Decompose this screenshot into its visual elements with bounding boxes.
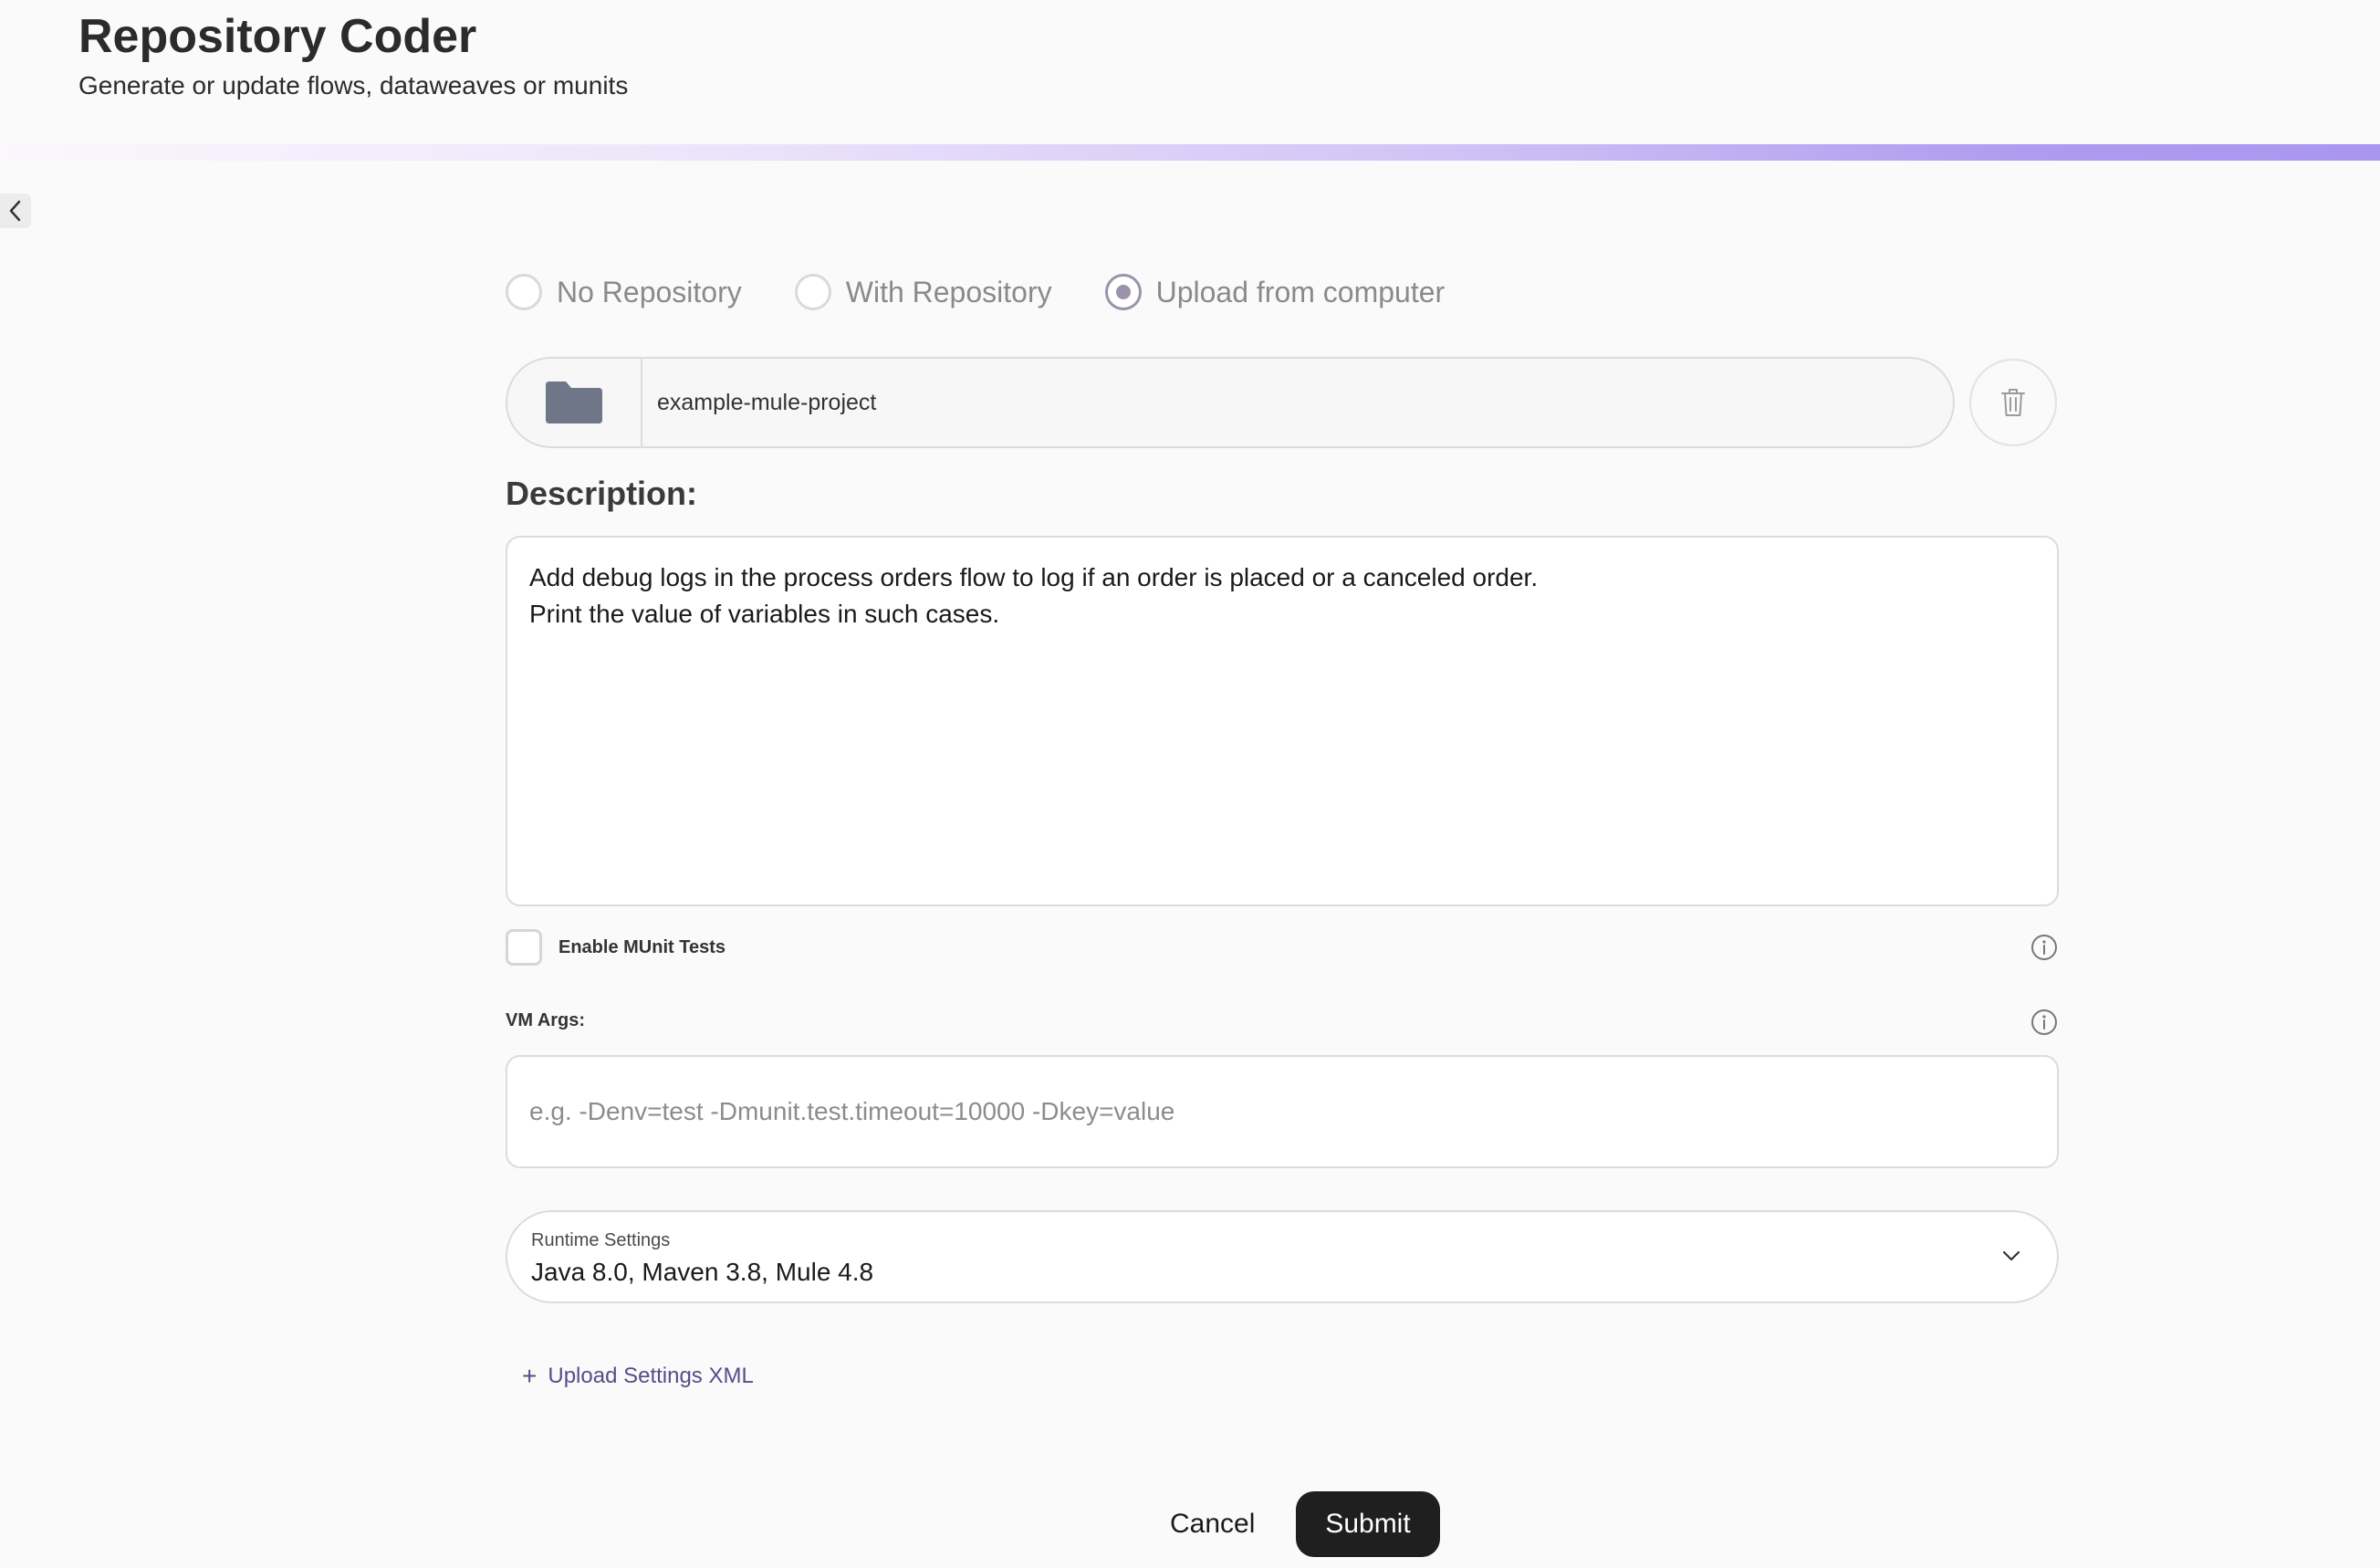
trash-icon xyxy=(2001,389,2025,416)
vm-args-label: VM Args: xyxy=(506,1010,586,1030)
file-name: example-mule-project xyxy=(657,390,877,415)
browse-folder-button[interactable] xyxy=(507,359,642,446)
runtime-settings-label: Runtime Settings xyxy=(531,1230,671,1250)
description-line: Add debug logs in the process orders flo… xyxy=(529,563,1539,591)
radio-with-repository[interactable]: With Repository xyxy=(794,274,1052,310)
page-header: Repository Coder Generate or update flow… xyxy=(0,0,2380,146)
submit-button[interactable]: Submit xyxy=(1296,1491,1440,1557)
description-textarea[interactable]: Add debug logs in the process orders flo… xyxy=(506,536,2059,906)
page-title: Repository Coder xyxy=(78,10,477,63)
radio-label: Upload from computer xyxy=(1155,275,1446,308)
cancel-button[interactable]: Cancel xyxy=(1148,1491,1277,1557)
radio-upload-from-computer[interactable]: Upload from computer xyxy=(1104,274,1446,310)
upload-settings-xml-label: Upload Settings XML xyxy=(548,1364,754,1388)
file-field[interactable]: example-mule-project xyxy=(506,357,1955,448)
munit-checkbox[interactable] xyxy=(506,929,542,966)
description-line: Print the value of variables in such cas… xyxy=(529,600,1000,628)
radio-circle[interactable] xyxy=(506,274,542,310)
page-subtitle: Generate or update flows, dataweaves or … xyxy=(78,71,629,99)
info-icon[interactable] xyxy=(2030,933,2059,962)
radio-label: With Repository xyxy=(845,275,1052,308)
runtime-settings-select[interactable]: Runtime Settings Java 8.0, Maven 3.8, Mu… xyxy=(506,1210,2059,1303)
plus-icon: + xyxy=(522,1362,538,1390)
progress-bar xyxy=(0,144,2380,161)
chevron-left-icon xyxy=(9,200,21,222)
radio-no-repository[interactable]: No Repository xyxy=(506,274,742,310)
radio-circle-selected[interactable] xyxy=(1104,274,1142,310)
folder-icon xyxy=(546,382,602,423)
file-upload-row: example-mule-project xyxy=(506,357,2059,448)
back-button[interactable] xyxy=(0,193,31,228)
delete-file-button[interactable] xyxy=(1969,359,2057,446)
munit-toggle[interactable]: Enable MUnit Tests xyxy=(506,929,725,966)
description-label: Description: xyxy=(506,475,698,512)
radio-circle[interactable] xyxy=(794,274,831,310)
info-icon[interactable] xyxy=(2030,1008,2059,1037)
runtime-settings-value: Java 8.0, Maven 3.8, Mule 4.8 xyxy=(531,1258,874,1286)
source-radio-group: No Repository With Repository Upload fro… xyxy=(506,268,1445,316)
radio-label: No Repository xyxy=(557,275,742,308)
munit-label: Enable MUnit Tests xyxy=(558,936,725,957)
vm-args-input[interactable] xyxy=(506,1055,2059,1168)
chevron-down-icon xyxy=(2002,1250,2020,1261)
upload-settings-xml-link[interactable]: + Upload Settings XML xyxy=(522,1362,754,1391)
